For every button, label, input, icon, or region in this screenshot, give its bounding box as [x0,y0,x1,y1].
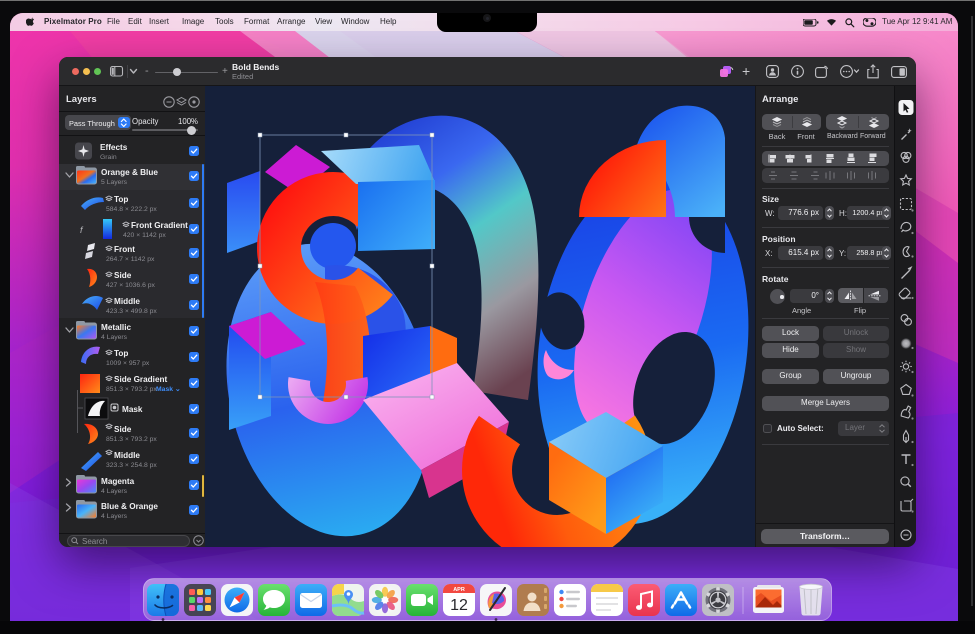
svg-text:Orange & Blue: Orange & Blue [101,168,158,177]
svg-text:Grain: Grain [100,154,117,161]
svg-text:584.8 × 222.2 px: 584.8 × 222.2 px [106,206,157,213]
svg-text:APR: APR [453,587,465,593]
svg-text:Middle: Middle [114,451,140,460]
svg-text:Top: Top [114,195,128,204]
svg-text:851.3 × 793.2 px: 851.3 × 793.2 px [106,386,157,393]
svg-text:1009 × 957 px: 1009 × 957 px [106,360,150,367]
svg-text:427 × 1036.6 px: 427 × 1036.6 px [106,282,156,289]
svg-text:Effects: Effects [100,143,128,152]
svg-text:4 Layers: 4 Layers [101,488,128,495]
svg-text:Mask ⌄: Mask ⌄ [156,386,181,393]
svg-text:12: 12 [450,597,468,614]
svg-text:Top: Top [114,349,128,358]
svg-text:Blue & Orange: Blue & Orange [101,502,158,511]
svg-text:420 × 1142 px: 420 × 1142 px [123,232,166,239]
svg-text:Metallic: Metallic [101,323,131,332]
svg-text:323.3 × 254.8 px: 323.3 × 254.8 px [106,462,157,469]
svg-text:Front: Front [114,245,135,254]
svg-text:851.3 × 793.2 px: 851.3 × 793.2 px [106,436,157,443]
svg-text:4 Layers: 4 Layers [101,334,128,341]
svg-text:Front Gradient: Front Gradient [131,221,188,230]
svg-text:Mask: Mask [122,405,143,414]
svg-text:5 Layers: 5 Layers [101,179,128,186]
svg-text:423.3 × 499.8 px: 423.3 × 499.8 px [106,308,157,315]
svg-text:Side Gradient: Side Gradient [114,375,168,384]
svg-text:Side: Side [114,271,132,280]
svg-text:Middle: Middle [114,297,140,306]
svg-text:4 Layers: 4 Layers [101,513,128,520]
svg-text:Magenta: Magenta [101,477,135,486]
svg-text:f: f [80,225,84,235]
svg-text:Side: Side [114,425,132,434]
svg-text:264.7 × 1142 px: 264.7 × 1142 px [106,256,155,263]
